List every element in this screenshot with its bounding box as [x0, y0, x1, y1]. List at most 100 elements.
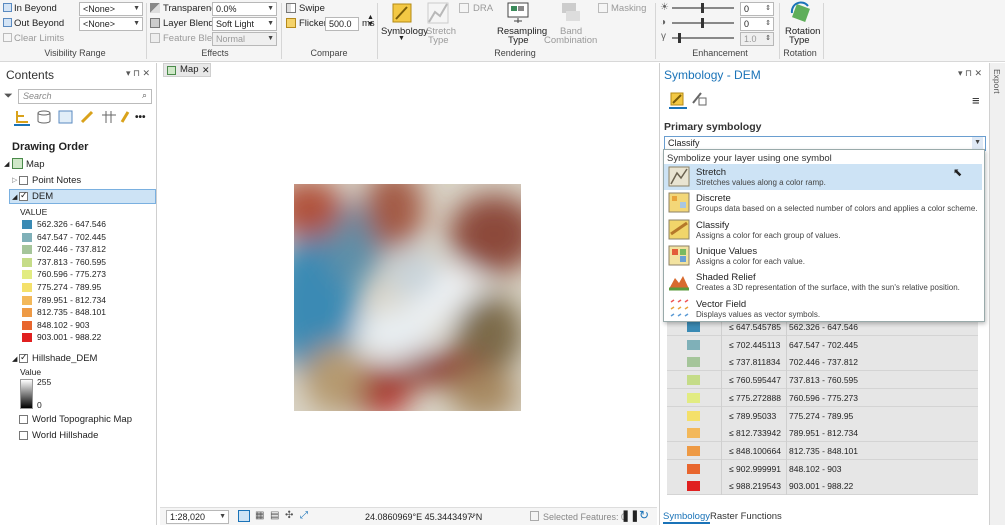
dem-checkbox[interactable]	[19, 190, 28, 201]
scale-combo[interactable]: 1:28,020 ▼	[166, 510, 229, 524]
symbology-option-shaded-relief[interactable]: Shaded Relief Creates a 3D representation…	[664, 269, 982, 295]
class-upper-value[interactable]: ≤ 988.219543	[729, 481, 781, 491]
table-row[interactable]: ≤ 812.733942 789.951 - 812.734	[667, 424, 978, 443]
flicker-value-field[interactable]: 500.0	[325, 17, 359, 31]
hillshade-layer[interactable]: Hillshade_DEM	[32, 353, 97, 364]
class-color-swatch[interactable]	[687, 375, 700, 386]
class-upper-value[interactable]: ≤ 775.272888	[729, 393, 781, 403]
class-upper-value[interactable]: ≤ 760.595447	[729, 375, 781, 385]
pause-icon[interactable]: ❚❚	[621, 509, 639, 522]
brightness-field[interactable]: 0 ⇕	[740, 2, 774, 16]
symbology-option-stretch[interactable]: Stretch Stretches values along a color ra…	[664, 164, 982, 190]
navigate-icon[interactable]: ✣	[285, 510, 293, 521]
resampling-type-label-2[interactable]: Type	[508, 35, 529, 46]
dra-button[interactable]: DRA	[473, 3, 493, 14]
table-row[interactable]: ≤ 702.445113 647.547 - 702.445	[667, 335, 978, 354]
class-color-swatch[interactable]	[687, 357, 700, 368]
class-color-swatch[interactable]	[687, 392, 700, 403]
tab-map[interactable]: Map ✕	[163, 63, 211, 77]
table-row[interactable]: ≤ 848.100664 812.735 - 848.101	[667, 441, 978, 460]
list-by-editing-icon[interactable]	[80, 110, 96, 127]
legend-swatch[interactable]	[22, 245, 32, 255]
symbology-icon[interactable]	[391, 2, 413, 24]
contents-search-input[interactable]: Search ⌕	[18, 89, 152, 104]
scale-lock-icon[interactable]	[238, 510, 250, 522]
rotation-icon[interactable]	[789, 1, 813, 25]
refresh-icon[interactable]: ↻	[639, 508, 649, 522]
legend-swatch[interactable]	[22, 308, 32, 318]
point-notes-layer[interactable]: Point Notes	[32, 175, 81, 186]
class-upper-value[interactable]: ≤ 902.999991	[729, 464, 781, 474]
list-by-source-icon[interactable]	[36, 110, 52, 127]
collapse-dem-icon[interactable]: ◢	[12, 193, 17, 201]
expand-map-icon[interactable]: ◢	[4, 160, 9, 168]
close-icon[interactable]: ✕	[202, 64, 210, 76]
primary-symbology-tab-icon[interactable]	[669, 91, 687, 109]
class-upper-value[interactable]: ≤ 702.445113	[729, 340, 780, 350]
world-hillshade-layer[interactable]: World Hillshade	[32, 430, 98, 441]
band-combination-label-2[interactable]: Combination	[544, 35, 597, 46]
world-topo-layer[interactable]: World Topographic Map	[32, 414, 132, 425]
list-by-drawing-order-icon[interactable]	[14, 110, 30, 126]
class-color-swatch[interactable]	[687, 463, 700, 474]
symbology-option-classify[interactable]: Classify Assigns a color for each group o…	[664, 217, 982, 243]
table-row[interactable]: ≤ 988.219543 903.001 - 988.22	[667, 477, 978, 496]
table-icon[interactable]: ▤	[270, 510, 279, 521]
menu-icon[interactable]: ≡	[972, 93, 980, 108]
collapse-hillshade-icon[interactable]: ◢	[12, 355, 17, 363]
filter-icon[interactable]: ⏷	[4, 90, 13, 103]
export-tab[interactable]: Export	[992, 69, 1002, 94]
class-upper-value[interactable]: ≤ 647.545785	[729, 322, 781, 332]
tab-raster-functions[interactable]: Raster Functions	[710, 511, 782, 522]
swipe-button[interactable]: Swipe	[299, 3, 325, 14]
table-row[interactable]: ≤ 760.595447 737.813 - 760.595	[667, 371, 978, 390]
transparency-combo[interactable]: 0.0% ▼	[212, 2, 277, 16]
contrast-field[interactable]: 0 ⇕	[740, 17, 774, 31]
class-color-swatch[interactable]	[687, 322, 700, 332]
contrast-slider[interactable]	[672, 18, 734, 28]
brightness-slider[interactable]	[672, 3, 734, 13]
world-hillshade-checkbox[interactable]	[19, 431, 28, 440]
point-notes-checkbox[interactable]	[19, 176, 28, 185]
more-options-icon[interactable]: •••	[135, 112, 146, 123]
pane-options-icon[interactable]: ▾ ⊓ ✕	[126, 68, 150, 79]
legend-swatch[interactable]	[22, 320, 32, 330]
class-upper-value[interactable]: ≤ 812.733942	[729, 428, 781, 438]
list-by-selection-icon[interactable]	[58, 110, 74, 127]
feature-blend-combo[interactable]: Normal ▼	[212, 32, 277, 46]
class-color-swatch[interactable]	[687, 428, 700, 439]
pane-options-icon[interactable]: ▾ ⊓ ✕	[958, 68, 982, 79]
rotate-icon[interactable]: ⤢	[300, 510, 308, 521]
class-label[interactable]: 760.596 - 775.273	[789, 393, 858, 403]
class-label[interactable]: 702.446 - 737.812	[789, 357, 858, 367]
legend-swatch[interactable]	[22, 232, 32, 242]
class-upper-value[interactable]: ≤ 737.811834	[729, 357, 780, 367]
class-label[interactable]: 812.735 - 848.101	[789, 446, 858, 456]
class-color-swatch[interactable]	[687, 410, 700, 421]
table-row[interactable]: ≤ 902.999991 848.102 - 903	[667, 459, 978, 478]
search-icon[interactable]: ⌕	[142, 90, 147, 101]
class-upper-value[interactable]: ≤ 789.95033	[729, 411, 776, 421]
class-label[interactable]: 903.001 - 988.22	[789, 481, 853, 491]
tab-symbology[interactable]: Symbology	[663, 511, 710, 524]
symbology-option-unique-values[interactable]: Unique Values Assigns a color for each va…	[664, 243, 982, 269]
gamma-slider[interactable]	[672, 33, 734, 43]
table-row[interactable]: ≤ 789.95033 775.274 - 789.95	[667, 406, 978, 425]
legend-swatch[interactable]	[22, 270, 32, 280]
legend-swatch[interactable]	[22, 283, 32, 292]
resampling-icon[interactable]	[506, 1, 530, 25]
symbology-option-vector-field[interactable]: Vector Field Displays values as vector sy…	[664, 296, 982, 322]
layer-blend-combo[interactable]: Soft Light ▼	[212, 17, 277, 31]
stretch-type-label-2[interactable]: Type	[428, 35, 449, 46]
class-upper-value[interactable]: ≤ 848.100664	[729, 446, 781, 456]
class-label[interactable]: 647.547 - 702.445	[789, 340, 858, 350]
map-node[interactable]: Map	[26, 159, 44, 170]
class-color-swatch[interactable]	[687, 481, 700, 492]
class-label[interactable]: 562.326 - 647.546	[789, 322, 858, 332]
symbology-option-discrete[interactable]: Discrete Groups data based on a selected …	[664, 190, 982, 216]
class-label[interactable]: 737.813 - 760.595	[789, 375, 858, 385]
table-row[interactable]: ≤ 775.272888 760.596 - 775.273	[667, 388, 978, 407]
dem-raster[interactable]	[294, 184, 521, 411]
hillshade-checkbox[interactable]	[19, 352, 28, 363]
class-label[interactable]: 775.274 - 789.95	[789, 411, 853, 421]
